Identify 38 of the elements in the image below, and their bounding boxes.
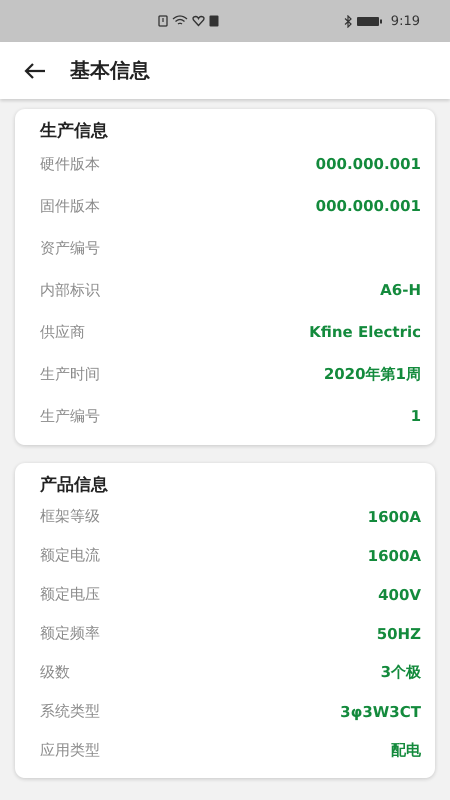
field-label: 供应商 [40, 322, 85, 342]
field-value: 000.000.001 [316, 155, 421, 173]
field-value: 配电 [391, 741, 421, 760]
field-value: 1 [410, 407, 421, 425]
field-value: 2020年第1周 [324, 364, 421, 384]
field-label: 内部标识 [40, 280, 100, 300]
field-value: 3φ3W3CT [340, 702, 421, 720]
field-value: 400V [378, 586, 421, 604]
battery-icon [356, 16, 383, 26]
field-label: 固件版本 [40, 196, 100, 216]
sim-icon [158, 15, 168, 27]
field-label: 资产编号 [40, 238, 100, 258]
field-value: 3个极 [380, 663, 421, 682]
field-label: 框架等级 [40, 507, 100, 526]
field-label: 生产时间 [40, 364, 100, 384]
card-title: 产品信息 [40, 474, 109, 497]
field-label: 级数 [40, 663, 70, 682]
field-value: 000.000.001 [316, 197, 421, 215]
bluetooth-icon [344, 14, 353, 28]
field-label: 生产编号 [40, 406, 100, 426]
field-label: 额定电流 [40, 546, 100, 565]
field-value: Kfine Electric [309, 323, 421, 341]
field-value: 1600A [368, 508, 421, 526]
field-label: 额定频率 [40, 624, 100, 643]
field-value: A6-H [380, 281, 421, 299]
page-title: 基本信息 [70, 57, 150, 84]
field-label: 系统类型 [40, 702, 100, 721]
wifi-icon [172, 15, 188, 27]
field-label: 硬件版本 [40, 154, 100, 174]
field-label: 应用类型 [40, 741, 100, 760]
notification-icon [209, 15, 219, 27]
field-value: 1600A [368, 546, 421, 564]
card-title: 生产信息 [40, 120, 109, 143]
status-time: 9:19 [390, 14, 420, 28]
back-arrow-icon [24, 62, 46, 80]
field-value: 50HZ [376, 624, 421, 642]
heart-icon [192, 15, 205, 27]
field-label: 额定电压 [40, 585, 100, 604]
